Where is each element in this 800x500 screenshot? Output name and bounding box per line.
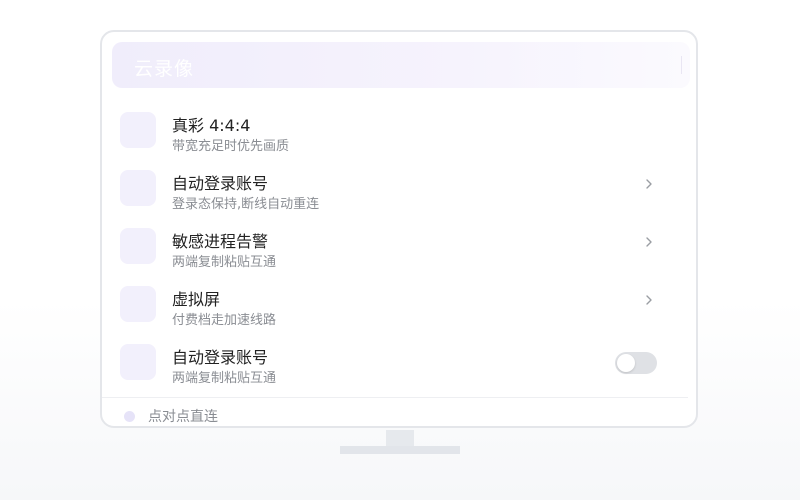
header-divider: [681, 56, 682, 74]
footer-divider: [102, 397, 688, 398]
auto-login-toggle[interactable]: [615, 352, 657, 374]
settings-list: 真彩 4:4:4 带宽充足时优先画质 自动登录账号 登录态保持,断线自动重连 敏…: [102, 100, 696, 390]
chevron-right-icon[interactable]: [642, 176, 656, 192]
chevron-right-icon[interactable]: [642, 292, 656, 308]
settings-row-title: 自动登录账号: [172, 174, 269, 193]
settings-row-true-color[interactable]: 真彩 4:4:4 带宽充足时优先画质: [102, 100, 696, 158]
connection-mode-label: 点对点直连: [148, 409, 218, 425]
monitor-stand-neck: [386, 430, 414, 446]
settings-row-virtual-screen[interactable]: 虚拟屏 付费档走加速线路: [102, 274, 696, 332]
stage: 云录像 真彩 4:4:4 带宽充足时优先画质 自动登录账号 登录态保持,断线自动…: [0, 0, 800, 500]
settings-row-subtitle: 两端复制粘贴互通: [172, 255, 277, 270]
settings-row-title: 真彩 4:4:4: [172, 116, 251, 135]
settings-item-icon: [120, 286, 156, 322]
settings-row-title: 虚拟屏: [172, 290, 221, 309]
settings-item-icon: [120, 344, 156, 380]
settings-row-process-alert[interactable]: 敏感进程告警 两端复制粘贴互通: [102, 216, 696, 274]
settings-row-subtitle: 付费档走加速线路: [172, 313, 277, 328]
settings-item-icon: [120, 170, 156, 206]
settings-row-title: 自动登录账号: [172, 348, 269, 367]
status-dot-icon: [124, 411, 135, 422]
settings-row-subtitle: 登录态保持,断线自动重连: [172, 197, 320, 212]
toggle-knob: [617, 354, 635, 372]
settings-row-auto-login[interactable]: 自动登录账号 登录态保持,断线自动重连: [102, 158, 696, 216]
monitor-stand-base: [340, 446, 460, 454]
panel-header: 云录像: [112, 42, 690, 88]
settings-row-subtitle: 两端复制粘贴互通: [172, 371, 277, 386]
chevron-right-icon[interactable]: [642, 234, 656, 250]
settings-row-subtitle: 带宽充足时优先画质: [172, 139, 290, 154]
settings-row-title: 敏感进程告警: [172, 232, 269, 251]
monitor-frame: 云录像 真彩 4:4:4 带宽充足时优先画质 自动登录账号 登录态保持,断线自动…: [100, 30, 698, 428]
settings-item-icon: [120, 112, 156, 148]
settings-row-auto-login-toggle: 自动登录账号 两端复制粘贴互通: [102, 332, 696, 390]
settings-item-icon: [120, 228, 156, 264]
panel-title: 云录像: [134, 58, 195, 80]
